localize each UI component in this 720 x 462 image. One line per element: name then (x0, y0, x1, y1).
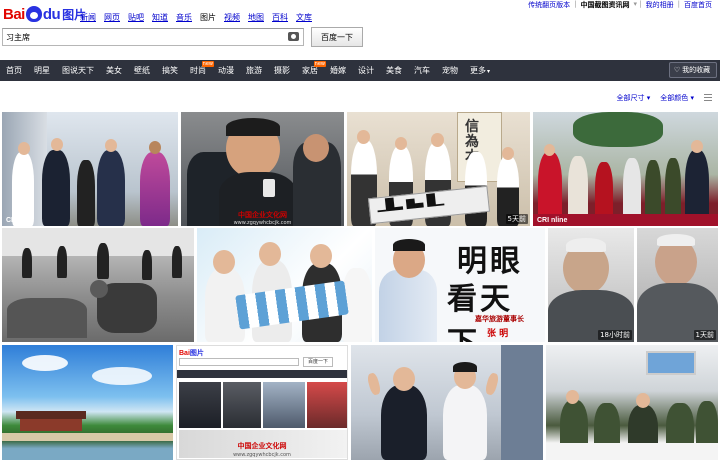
person-name: 张 明 (487, 329, 509, 339)
search-input[interactable] (3, 29, 273, 45)
nav-beauty[interactable]: 美女 (100, 60, 128, 81)
channel-wenku[interactable]: 文库 (296, 12, 312, 23)
heart-icon: ♡ (673, 66, 681, 74)
watermark: 中国企业文化网 (238, 211, 287, 219)
baidu-logo[interactable]: Bai du 图片 (3, 4, 86, 24)
caption: 嘉华旅游董事长 (475, 315, 524, 323)
channel-news[interactable]: 新闻 (80, 12, 96, 23)
toplink-home[interactable]: 百度首页 (684, 0, 712, 12)
image-tile[interactable]: 信為本 ▁█▂ ▆▃ █▁ 5天前 (347, 112, 530, 226)
nav-anime[interactable]: 动漫 (212, 60, 240, 81)
nav-cars[interactable]: 汽车 (408, 60, 436, 81)
channel-images: 图片 (200, 13, 216, 22)
nav-photography[interactable]: 摄影 (268, 60, 296, 81)
nav-fashion[interactable]: 时尚 new (184, 60, 214, 81)
search-button[interactable]: 百度一下 (311, 27, 363, 47)
nav-stars[interactable]: 明星 (28, 60, 56, 81)
color-filter[interactable]: 全部颜色 ▾ (660, 93, 694, 103)
watermark-url: www.zgqywhcbcjk.com (233, 220, 292, 226)
nav-home-decor[interactable]: 家居 new (296, 60, 326, 81)
nav-pets[interactable]: 宠物 (436, 60, 464, 81)
top-links: 传统翻页版本 | 中国截图资讯网 ▾ | 我的相册 | 百度首页 (528, 0, 712, 12)
image-tile[interactable]: 明眼 看天下 嘉华旅游董事长 张 明 (375, 228, 545, 342)
category-nav: 首页 明星 图说天下 美女 壁纸 搞笑 时尚 new 动漫 旅游 摄影 家居 new… (0, 60, 720, 81)
watermark: CRI (6, 217, 19, 224)
image-tile[interactable]: Bai图片 百度一下 中国企业文化网 www.zgqywhcbcjk.com (176, 345, 348, 460)
search-box (2, 28, 304, 46)
channel-baike[interactable]: 百科 (272, 12, 288, 23)
logo-bai: Bai (3, 5, 25, 23)
nav-food[interactable]: 美食 (380, 60, 408, 81)
image-tile[interactable]: CRI (2, 112, 178, 226)
size-filter[interactable]: 全部尺寸 ▾ (617, 93, 651, 103)
nav-wedding[interactable]: 婚嫁 (324, 60, 352, 81)
image-tile[interactable]: 18小时前 (548, 228, 634, 342)
chevron-down-icon: ▾ (487, 68, 491, 75)
nav-design[interactable]: 设计 (352, 60, 380, 81)
logo-du: du (42, 5, 61, 23)
nav-home[interactable]: 首页 (0, 60, 28, 81)
image-tile[interactable]: 中国企业文化网 www.zgqywhcbcjk.com (181, 112, 344, 226)
toplink-site[interactable]: 中国截图资讯网 (581, 0, 630, 12)
watermark: 中国企业文化网 (237, 442, 287, 450)
time-badge: 1天前 (693, 330, 716, 340)
nav-travel[interactable]: 旅游 (240, 60, 268, 81)
filter-bar: 全部尺寸 ▾ 全部颜色 ▾ (617, 93, 712, 103)
nav-funny[interactable]: 搞笑 (156, 60, 184, 81)
time-badge: 5天前 (505, 214, 528, 224)
channel-map[interactable]: 地图 (248, 12, 264, 23)
image-tile[interactable] (197, 228, 372, 342)
channel-tieba[interactable]: 贴吧 (128, 12, 144, 23)
image-tile[interactable] (351, 345, 543, 460)
image-tile[interactable] (2, 228, 194, 342)
toplink-album[interactable]: 我的相册 (646, 0, 674, 12)
toplink-classic[interactable]: 传统翻页版本 (528, 0, 570, 12)
nav-wallpaper[interactable]: 壁纸 (128, 60, 156, 81)
paw-icon (25, 6, 42, 22)
image-tile[interactable] (2, 345, 173, 460)
list-view-icon[interactable] (704, 94, 712, 101)
channel-video[interactable]: 视频 (224, 12, 240, 23)
time-badge: 18小时前 (598, 330, 632, 340)
nav-world[interactable]: 图说天下 (56, 60, 100, 81)
camera-icon[interactable] (288, 32, 299, 41)
channel-links: 新闻 网页 贴吧 知道 音乐 图片 视频 地图 百科 文库 (80, 12, 312, 23)
watermark: CRI nline (537, 217, 568, 224)
image-tile[interactable] (546, 345, 718, 460)
image-tile[interactable]: 1天前 (637, 228, 718, 342)
my-favorites-button[interactable]: ♡ 我的收藏 (669, 62, 717, 78)
channel-music[interactable]: 音乐 (176, 12, 192, 23)
channel-web[interactable]: 网页 (104, 12, 120, 23)
watermark-url: www.zgqywhcbcjk.com (233, 452, 291, 458)
channel-zhidao[interactable]: 知道 (152, 12, 168, 23)
nav-more[interactable]: 更多▾ (464, 60, 496, 81)
image-tile[interactable]: CRI nline (533, 112, 718, 226)
